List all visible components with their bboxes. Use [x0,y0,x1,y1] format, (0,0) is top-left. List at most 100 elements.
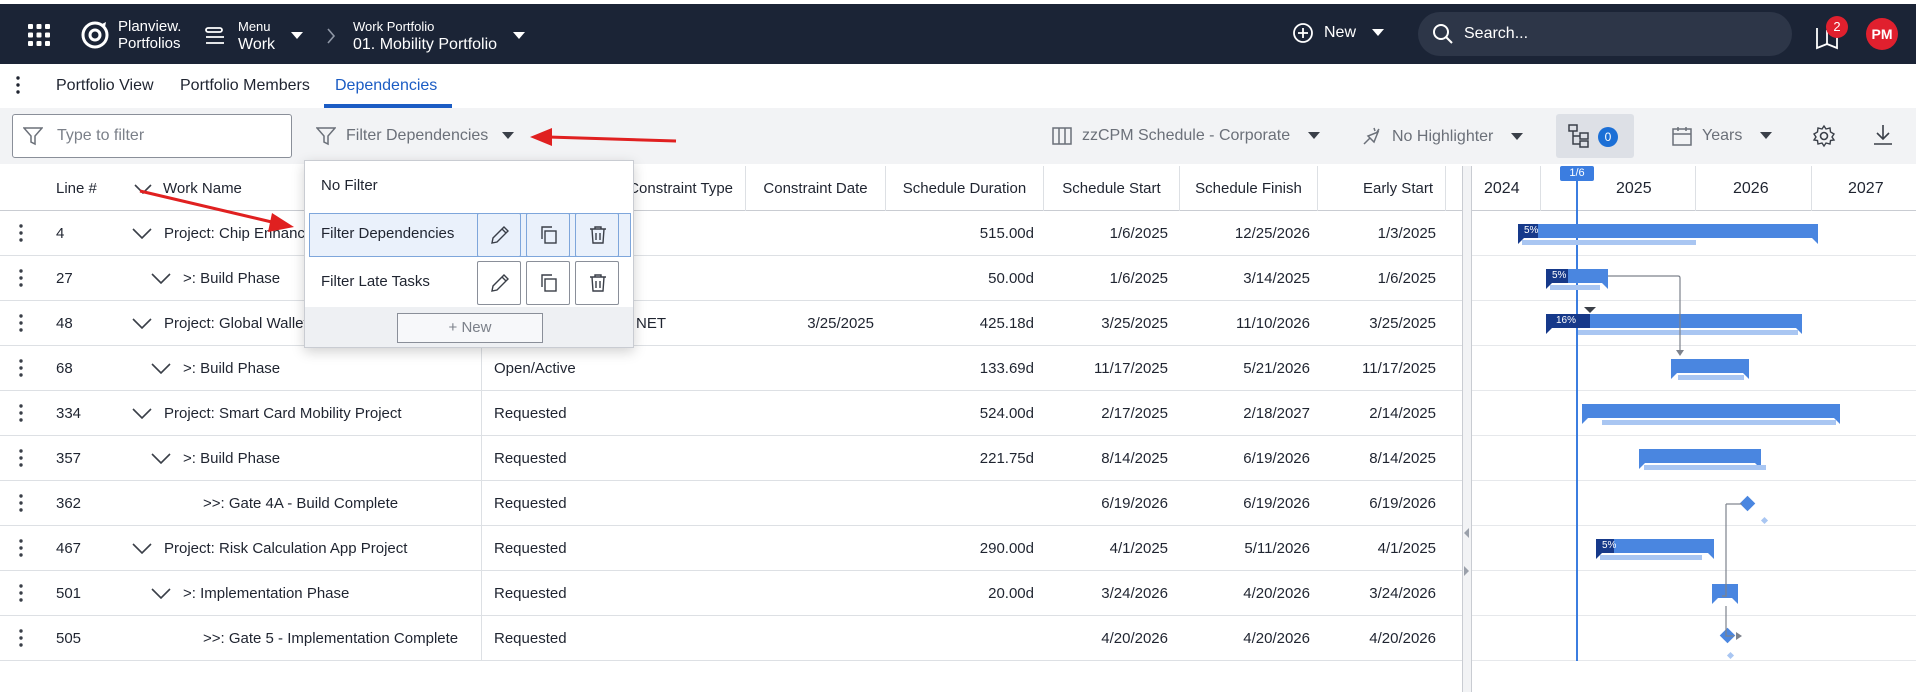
menu-button[interactable]: Menu Work [204,18,304,54]
splitter-left-arrow-icon[interactable] [1464,528,1470,538]
header-schedule-start[interactable]: Schedule Start [1044,166,1180,211]
app-grid-icon[interactable] [26,22,52,48]
highlighter-selector[interactable]: No Highlighter [1360,126,1524,148]
cell-work-name[interactable]: >>: Gate 4A - Build Complete [203,481,479,526]
option-no-filter[interactable]: No Filter [321,177,378,194]
gantt-bar-risk-calculation[interactable]: 5% [1596,539,1714,559]
row-kebab-icon[interactable] [19,404,23,422]
download-icon[interactable] [1872,123,1894,147]
header-early-start[interactable]: Early Start [1318,166,1446,211]
tab-dependencies[interactable]: Dependencies [335,77,437,95]
work-portfolio-selector[interactable]: Work Portfolio 01. Mobility Portfolio [353,18,526,54]
chevron-down-icon [513,32,526,39]
chevron-down-icon [1760,132,1773,139]
dependency-toggle-button[interactable]: 0 [1556,114,1634,158]
row-kebab-icon[interactable] [19,359,23,377]
user-avatar[interactable]: PM [1866,18,1898,50]
header-schedule-duration[interactable]: Schedule Duration [886,166,1044,211]
chevron-down-icon[interactable] [134,184,152,194]
global-search-input[interactable]: Search... [1418,12,1792,56]
gantt-bar-chip-enhancement[interactable]: 5% [1518,224,1818,244]
gantt-bar-global-wallet[interactable]: 16% [1546,314,1802,334]
edit-filter-button[interactable] [477,213,521,257]
collapse-chevron-icon[interactable] [132,408,152,419]
schedule-selector[interactable]: zzCPM Schedule - Corporate [1052,126,1321,146]
kebab-menu-icon[interactable] [16,76,20,94]
cell-work-name[interactable]: Project: Smart Card Mobility Project [164,391,480,436]
gantt-bar-build-phase[interactable] [1639,449,1761,469]
tab-portfolio-members[interactable]: Portfolio Members [180,77,310,95]
delete-filter-button[interactable] [575,261,619,305]
cell-early-start: 8/14/2025 [1369,450,1436,467]
copy-filter-button[interactable] [526,213,570,257]
cell-work-name[interactable]: Project: Risk Calculation App Project [164,526,480,571]
collapse-chevron-icon[interactable] [151,453,171,464]
gantt-chart: 2024 2025 2026 2027 1/6 5% 5% 16% 5% [1472,166,1916,692]
collapse-chevron-icon[interactable] [132,228,152,239]
delete-filter-button[interactable] [575,213,619,257]
planview-logo[interactable]: Planview. Portfolios [80,18,181,52]
collapse-chevron-icon[interactable] [132,318,152,329]
cell-duration: 425.18d [979,315,1034,332]
schedule-label: zzCPM Schedule - Corporate [1082,127,1291,144]
pane-splitter[interactable] [1462,166,1472,692]
table-row[interactable]: 501 >: Implementation Phase Requested 20… [0,571,1462,616]
collapse-chevron-icon[interactable] [151,363,171,374]
table-row[interactable]: 357 >: Build Phase Requested 221.75d 8/1… [0,436,1462,481]
calendar-icon [1672,127,1692,146]
gantt-bar-smart-card[interactable] [1582,404,1840,424]
option-filter-late-tasks[interactable]: Filter Late Tasks [321,273,430,290]
header-constraint-date[interactable]: Constraint Date [746,166,886,211]
row-kebab-icon[interactable] [19,269,23,287]
cell-constraint-date: 3/25/2025 [807,315,874,332]
splitter-right-arrow-icon[interactable] [1464,566,1470,576]
menu-small-label: Menu [238,19,271,34]
table-row[interactable]: 27 >: Build Phase 50.00d 1/6/2025 3/14/2… [0,256,1462,301]
row-kebab-icon[interactable] [19,494,23,512]
tab-portfolio-view[interactable]: Portfolio View [56,77,154,95]
row-kebab-icon[interactable] [19,449,23,467]
cell-work-name[interactable]: >>: Gate 5 - Implementation Complete [203,616,479,661]
cell-work-name[interactable]: >: Build Phase [183,436,479,481]
table-row[interactable]: 467 Project: Risk Calculation App Projec… [0,526,1462,571]
notifications-button[interactable]: 2 [1814,16,1848,50]
top-bar: Planview. Portfolios Menu Work Work Port… [0,4,1916,64]
gantt-bar-build-phase[interactable]: 5% [1546,269,1608,289]
cell-finish: 4/20/2026 [1243,630,1310,647]
pencil-icon [491,226,509,244]
row-kebab-icon[interactable] [19,629,23,647]
edit-filter-button[interactable] [477,261,521,305]
copy-filter-button[interactable] [526,261,570,305]
gantt-bar-implementation-phase[interactable] [1712,584,1738,604]
gantt-row [1472,571,1916,616]
table-row[interactable]: 68 >: Build Phase Open/Active 133.69d 11… [0,346,1462,391]
cell-early-start: 11/17/2025 [1362,360,1436,377]
new-filter-button[interactable]: + New [397,313,543,343]
collapse-chevron-icon[interactable] [151,273,171,284]
row-kebab-icon[interactable] [19,539,23,557]
row-kebab-icon[interactable] [19,314,23,332]
option-filter-dependencies[interactable]: Filter Dependencies [321,225,454,242]
table-row[interactable]: 334 Project: Smart Card Mobility Project… [0,391,1462,436]
filter-dependencies-dropdown[interactable]: Filter Dependencies [316,126,515,146]
type-to-filter-input[interactable]: Type to filter [12,114,292,158]
cell-work-name[interactable]: >: Implementation Phase [183,571,479,616]
collapse-chevron-icon[interactable] [132,543,152,554]
table-row[interactable]: 505 >>: Gate 5 - Implementation Complete… [0,616,1462,661]
timescale-selector[interactable]: Years [1672,126,1773,146]
table-row[interactable]: 4 Project: Chip Enhancement 515.00d 1/6/… [0,211,1462,256]
header-schedule-finish[interactable]: Schedule Finish [1180,166,1318,211]
baseline-bar [1550,285,1600,290]
menu-footer: + New [305,307,633,347]
table-row[interactable]: 48 Project: Global Wallet NET 3/25/2025 … [0,301,1462,346]
new-button[interactable]: New [1292,22,1385,44]
collapse-chevron-icon[interactable] [151,588,171,599]
row-kebab-icon[interactable] [19,224,23,242]
tab-bar: Portfolio View Portfolio Members Depende… [0,64,1916,108]
cell-work-name[interactable]: >: Build Phase [183,346,479,391]
table-row[interactable]: 362 >>: Gate 4A - Build Complete Request… [0,481,1462,526]
gear-icon[interactable] [1812,124,1836,148]
row-kebab-icon[interactable] [19,584,23,602]
header-line-number[interactable]: Line # [56,166,106,211]
gantt-bar-build-phase[interactable] [1671,359,1749,379]
